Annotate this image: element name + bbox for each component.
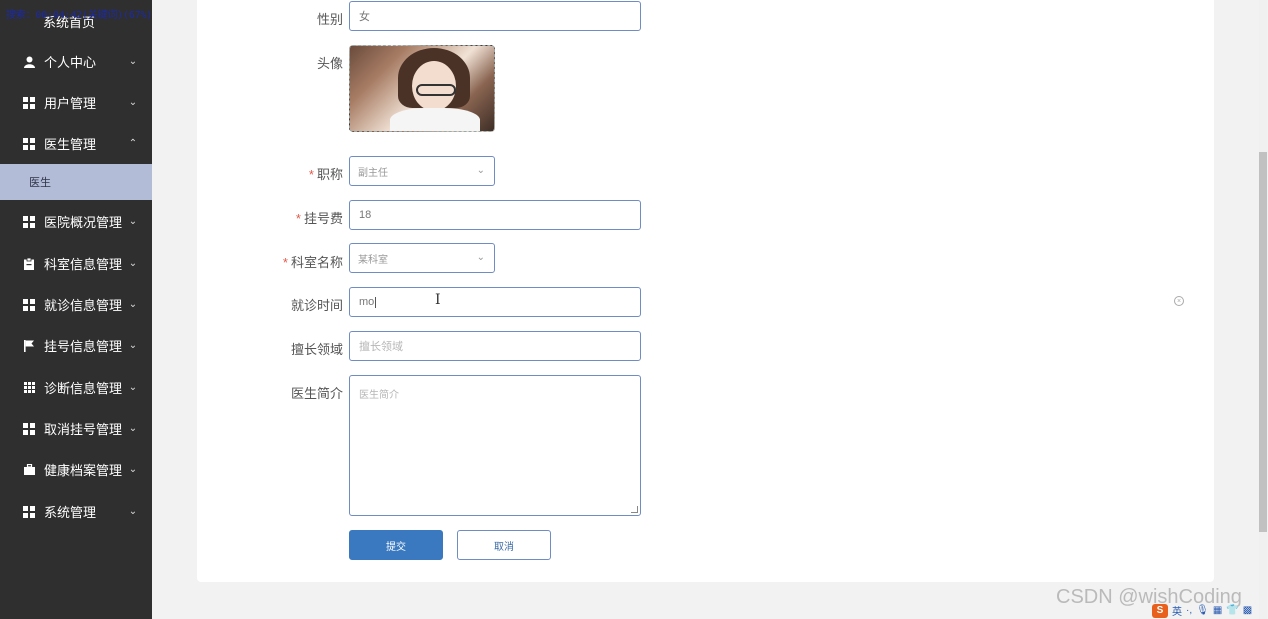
visit-time-label: 就诊时间: [290, 298, 343, 313]
chevron-down-icon: ⌄: [476, 165, 485, 176]
keyboard-icon[interactable]: ▦: [1213, 605, 1222, 616]
intro-label: 医生简介: [290, 386, 343, 401]
chevron-down-icon: ⌄: [128, 299, 138, 310]
sidebar-item-department-info[interactable]: 科室信息管理 ⌄: [0, 243, 152, 284]
sidebar-item-hospital-overview[interactable]: 医院概况管理 ⌄: [0, 201, 152, 242]
specialty-label: 擅长领域: [290, 342, 343, 357]
avatar-upload[interactable]: [349, 45, 495, 132]
chevron-down-icon: ⌄: [128, 216, 138, 227]
grid9-icon: [23, 382, 35, 394]
sidebar-item-label: 科室信息管理: [44, 257, 123, 272]
chevron-down-icon: ⌄: [128, 464, 138, 475]
sidebar-item-personal-center[interactable]: 个人中心 ⌄: [0, 41, 152, 82]
sidebar-item-label: 就诊信息管理: [44, 298, 123, 313]
department-select[interactable]: 某科室 ⌄: [349, 243, 495, 273]
title-select[interactable]: 副主任 ⌄: [349, 156, 495, 186]
sidebar-item-doctor-management[interactable]: 医生管理 ⌃: [0, 123, 152, 164]
sidebar-item-label: 健康档案管理: [44, 463, 123, 478]
grid9-icon[interactable]: ▩: [1243, 605, 1252, 616]
grid-icon: [23, 505, 35, 518]
sidebar-item-label: 诊断信息管理: [44, 381, 123, 396]
clear-icon[interactable]: ×: [1174, 296, 1184, 306]
text-cursor-icon: I: [435, 292, 441, 308]
punctuation-icon[interactable]: ·,: [1186, 605, 1192, 616]
microphone-icon[interactable]: 🎙: [1196, 605, 1209, 616]
briefcase-icon: [23, 464, 35, 476]
chevron-down-icon: ⌄: [128, 97, 138, 108]
chevron-down-icon: ⌄: [128, 423, 138, 434]
ime-mode[interactable]: 英: [1172, 603, 1182, 618]
scrollbar-thumb[interactable]: [1259, 152, 1267, 532]
user-icon: [23, 56, 35, 68]
grid-icon: [23, 215, 35, 228]
fee-input[interactable]: 18: [349, 200, 641, 230]
grid-icon: [23, 298, 35, 311]
submit-button[interactable]: 提交: [349, 530, 443, 560]
chevron-up-icon: ⌃: [128, 138, 138, 149]
sidebar-item-label: 挂号信息管理: [44, 339, 123, 354]
sidebar-item-visit-info[interactable]: 就诊信息管理 ⌄: [0, 284, 152, 325]
chevron-down-icon: ⌄: [476, 252, 485, 263]
sidebar-item-system-management[interactable]: 系统管理 ⌄: [0, 491, 152, 532]
clipboard-icon: [23, 257, 35, 270]
sidebar-item-health-records[interactable]: 健康档案管理 ⌄: [0, 449, 152, 490]
avatar-label: 头像: [316, 56, 343, 71]
sidebar-item-label: 取消挂号管理: [44, 422, 123, 437]
resize-handle-icon[interactable]: [631, 506, 638, 513]
chevron-down-icon: ⌄: [128, 506, 138, 517]
visit-time-input[interactable]: mo: [349, 287, 641, 317]
gender-input[interactable]: 女: [349, 1, 641, 31]
intro-textarea[interactable]: 医生简介: [349, 375, 641, 516]
grid-icon: [23, 422, 35, 435]
shirt-icon[interactable]: 👕: [1226, 605, 1238, 616]
sidebar-item-label: 个人中心: [44, 55, 97, 70]
sidebar-item-cancel-registration[interactable]: 取消挂号管理 ⌄: [0, 408, 152, 449]
chevron-down-icon: ⌄: [128, 56, 138, 67]
sidebar-item-label: 医院概况管理: [44, 215, 123, 230]
chevron-down-icon: ⌄: [128, 382, 138, 393]
sidebar-item-registration-info[interactable]: 挂号信息管理 ⌄: [0, 325, 152, 366]
sidebar-item-user-management[interactable]: 用户管理 ⌄: [0, 82, 152, 123]
ime-toolbar[interactable]: S 英 ·, 🎙 ▦ 👕 ▩: [1152, 602, 1268, 619]
chevron-down-icon: ⌄: [128, 340, 138, 351]
title-label: * 职称: [308, 167, 343, 182]
sidebar-item-diagnosis-info[interactable]: 诊断信息管理 ⌄: [0, 367, 152, 408]
sidebar: 系统首页 搜索：00:04:42(关键词)(67%) 个人中心 ⌄ 用户管理 ⌄…: [0, 0, 152, 619]
fee-label: * 挂号费: [295, 211, 343, 226]
grid-icon: [23, 137, 35, 150]
specialty-input[interactable]: 擅长领域: [349, 331, 641, 361]
gender-label: 性别: [316, 12, 343, 27]
screen-recorder-status: 搜索：00:04:42(关键词)(67%): [6, 10, 153, 21]
sidebar-subitem-label: 医生: [29, 177, 51, 189]
sidebar-subitem-doctor[interactable]: 医生: [0, 164, 152, 200]
sidebar-item-label: 系统管理: [44, 505, 97, 520]
sidebar-item-label: 医生管理: [44, 137, 97, 152]
ime-logo-icon: S: [1152, 603, 1168, 618]
flag-icon: [23, 339, 35, 352]
sidebar-item-label: 用户管理: [44, 96, 97, 111]
department-label: * 科室名称: [282, 255, 343, 270]
chevron-down-icon: ⌄: [128, 258, 138, 269]
cancel-button[interactable]: 取消: [457, 530, 551, 560]
grid-icon: [23, 96, 35, 109]
